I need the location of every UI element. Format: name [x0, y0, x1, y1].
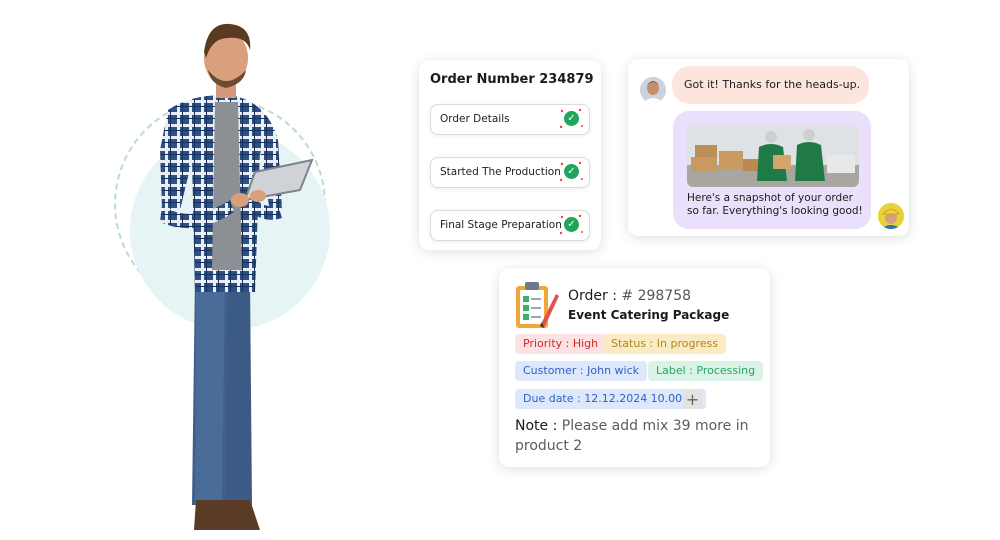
- order-number-value: # 298758: [621, 288, 692, 304]
- customer-badge[interactable]: Customer : John wick: [515, 361, 648, 381]
- person-with-tablet: [160, 23, 314, 530]
- check-icon: ✓: [564, 217, 579, 232]
- check-icon: ✓: [564, 111, 579, 126]
- priority-badge[interactable]: Priority : High: [515, 334, 607, 354]
- step-label: Order Details: [440, 113, 510, 125]
- order-prefix: Order :: [568, 288, 622, 304]
- step-order-details[interactable]: Order Details ✓: [430, 104, 590, 135]
- avatar: [878, 203, 904, 229]
- order-note: Note : Please add mix 39 more in product…: [515, 416, 755, 456]
- step-label: Started The Production: [440, 166, 561, 178]
- add-tag-button[interactable]: +: [683, 390, 702, 409]
- package-name: Event Catering Package: [568, 308, 730, 322]
- due-date-badge[interactable]: Due date : 12.12.2024 10.00PM: [515, 389, 707, 409]
- outgoing-message-text: Here's a snapshot of your order so far. …: [687, 192, 863, 217]
- step-final-stage[interactable]: Final Stage Preparation ✓: [430, 210, 590, 241]
- check-icon: ✓: [564, 164, 579, 179]
- chat-card: Got it! Thanks for the heads-up. 😊 Here'…: [628, 59, 909, 236]
- order-number-title: Order Number 234879: [430, 72, 594, 87]
- clipboard-icon: [516, 282, 559, 328]
- order-detail-card: Order : # 298758 Event Catering Package …: [499, 268, 770, 467]
- note-label: Note :: [515, 418, 562, 434]
- label-badge[interactable]: Label : Processing: [648, 361, 764, 381]
- order-number: Order : # 298758: [568, 288, 691, 304]
- step-started-production[interactable]: Started The Production ✓: [430, 157, 590, 188]
- outgoing-message: Here's a snapshot of your order so far. …: [673, 111, 871, 229]
- avatar: [640, 77, 666, 103]
- hero-illustration: [100, 0, 360, 540]
- incoming-message: Got it! Thanks for the heads-up. 😊: [672, 66, 869, 129]
- order-progress-card: Order Number 234879 Order Details ✓ Star…: [419, 60, 601, 250]
- step-label: Final Stage Preparation: [440, 219, 562, 231]
- order-snapshot-image[interactable]: [687, 125, 859, 187]
- status-badge[interactable]: Status : In progress: [603, 334, 726, 354]
